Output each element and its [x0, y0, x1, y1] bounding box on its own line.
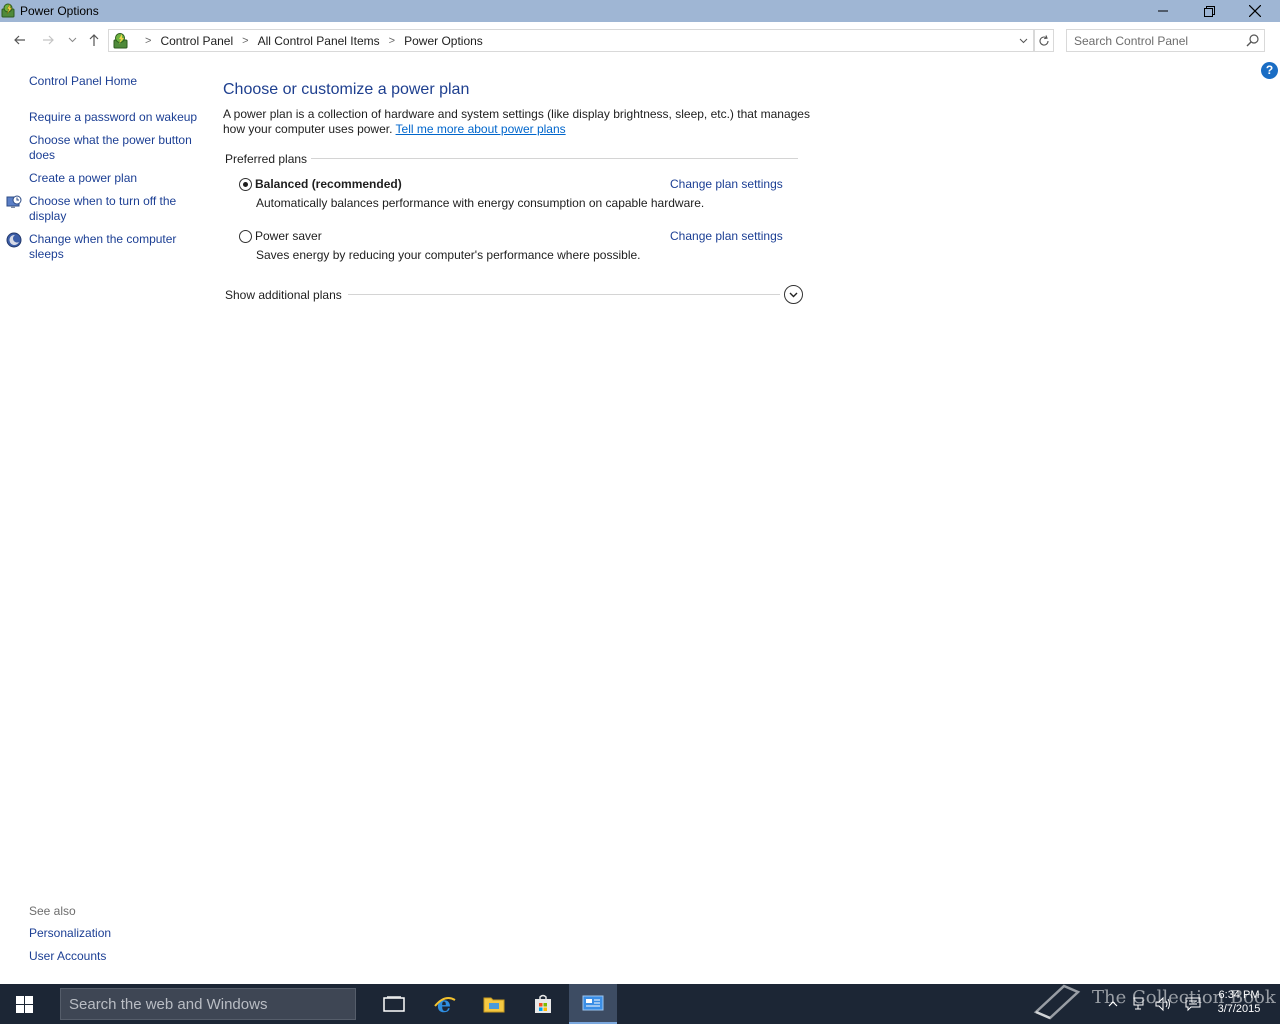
store-button[interactable]: [519, 984, 567, 1024]
windows-logo-icon: [15, 995, 33, 1013]
book-logo-icon: [1033, 984, 1081, 1020]
network-tray-button[interactable]: [1131, 995, 1149, 1013]
sidebar-link-create-plan[interactable]: Create a power plan: [29, 171, 199, 186]
store-icon: [535, 994, 551, 1013]
sidebar-link-computer-sleeps[interactable]: Change when the computer sleeps: [29, 232, 199, 262]
up-arrow-icon: [89, 34, 99, 46]
control-panel-taskbar-button[interactable]: [569, 984, 617, 1024]
moon-sleep-icon: [6, 232, 22, 248]
close-button[interactable]: [1232, 0, 1278, 22]
network-icon: [1133, 997, 1144, 1010]
see-also-user-accounts-link[interactable]: User Accounts: [29, 949, 199, 964]
divider: [348, 294, 780, 295]
control-panel-icon: [112, 32, 130, 50]
search-icon[interactable]: [1246, 33, 1260, 52]
help-button[interactable]: ?: [1261, 62, 1278, 79]
up-button[interactable]: [83, 30, 105, 50]
learn-more-link[interactable]: Tell me more about power plans: [396, 122, 566, 136]
chevron-right-icon[interactable]: >: [145, 35, 151, 47]
speaker-icon: [1155, 996, 1170, 1012]
chevron-down-icon: [789, 292, 798, 297]
refresh-icon: [1039, 34, 1049, 46]
start-button[interactable]: [0, 984, 48, 1024]
sidebar-link-turn-off-display[interactable]: Choose when to turn off the display: [29, 194, 199, 224]
breadcrumb: > Control Panel > All Control Panel Item…: [112, 30, 483, 51]
internet-explorer-button[interactable]: e: [421, 984, 469, 1024]
control-panel-icon: [582, 995, 604, 1011]
taskbar-search-input[interactable]: [61, 989, 355, 1019]
back-button[interactable]: [9, 30, 31, 50]
close-icon: [1249, 5, 1261, 17]
file-explorer-icon: [483, 997, 505, 1013]
preferred-plans-label: Preferred plans: [225, 152, 308, 166]
svg-text:e: e: [437, 992, 451, 1016]
forward-button[interactable]: [37, 30, 59, 50]
see-also-label: See also: [29, 904, 76, 918]
chevron-down-icon: [68, 37, 76, 43]
breadcrumb-item[interactable]: Power Options: [404, 34, 483, 48]
power-options-icon: [1, 3, 17, 19]
refresh-button[interactable]: [1034, 29, 1054, 52]
search-input[interactable]: [1067, 30, 1242, 51]
page-title: Choose or customize a power plan: [223, 81, 470, 98]
control-panel-home-link[interactable]: Control Panel Home: [29, 74, 199, 89]
expand-additional-plans-button[interactable]: [784, 285, 803, 304]
forward-arrow-icon: [43, 35, 54, 45]
restore-button[interactable]: [1186, 0, 1232, 22]
power-saver-plan-radio[interactable]: [239, 230, 252, 243]
chevron-right-icon[interactable]: >: [389, 35, 395, 47]
see-also-personalization-link[interactable]: Personalization: [29, 926, 199, 941]
plan-name-power-saver[interactable]: Power saver: [255, 229, 322, 243]
intro-paragraph: A power plan is a collection of hardware…: [223, 107, 813, 137]
window-title: Power Options: [20, 4, 99, 18]
chevron-right-icon[interactable]: >: [242, 35, 248, 47]
sidebar: Control Panel Home Require a password on…: [0, 60, 210, 980]
system-clock[interactable]: 6:34 PM 3/7/2015: [1211, 988, 1267, 1016]
change-plan-settings-balanced-link[interactable]: Change plan settings: [670, 177, 783, 191]
divider: [311, 158, 798, 159]
clock-date: 3/7/2015: [1217, 1003, 1261, 1015]
breadcrumb-item[interactable]: All Control Panel Items: [258, 34, 380, 48]
breadcrumb-item[interactable]: Control Panel: [160, 34, 233, 48]
back-arrow-icon: [14, 35, 25, 45]
chevron-down-icon: [1019, 38, 1027, 43]
task-view-button[interactable]: [370, 984, 418, 1024]
balanced-plan-radio[interactable]: [239, 178, 252, 191]
restore-icon: [1203, 5, 1215, 17]
minimize-button[interactable]: [1140, 0, 1186, 22]
notification-icon: [1185, 997, 1201, 1012]
address-dropdown-button[interactable]: [1014, 30, 1032, 51]
search-box: [1066, 29, 1265, 52]
change-plan-settings-power-saver-link[interactable]: Change plan settings: [670, 229, 783, 243]
task-view-icon: [383, 996, 405, 1012]
action-center-button[interactable]: [1184, 995, 1202, 1013]
plan-description-balanced: Automatically balances performance with …: [256, 196, 705, 210]
taskbar: e The Collecti: [0, 984, 1280, 1024]
volume-tray-button[interactable]: [1155, 995, 1173, 1013]
plan-name-balanced[interactable]: Balanced (recommended): [255, 177, 402, 191]
monitor-clock-icon: [6, 194, 22, 210]
taskbar-search: [60, 988, 356, 1020]
show-additional-plans-label[interactable]: Show additional plans: [225, 288, 342, 302]
clock-time: 6:34 PM: [1218, 989, 1260, 1001]
title-bar[interactable]: Power Options: [0, 0, 1280, 22]
file-explorer-button[interactable]: [470, 984, 518, 1024]
sidebar-link-power-button[interactable]: Choose what the power button does: [29, 133, 199, 163]
chevron-up-icon: [1108, 1001, 1118, 1007]
internet-explorer-icon: e: [434, 992, 456, 1016]
sidebar-link-require-password[interactable]: Require a password on wakeup: [29, 110, 199, 125]
recent-locations-button[interactable]: [61, 30, 83, 50]
minimize-icon: [1158, 10, 1168, 12]
plan-description-power-saver: Saves energy by reducing your computer's…: [256, 248, 641, 262]
show-hidden-icons-button[interactable]: [1104, 995, 1122, 1013]
